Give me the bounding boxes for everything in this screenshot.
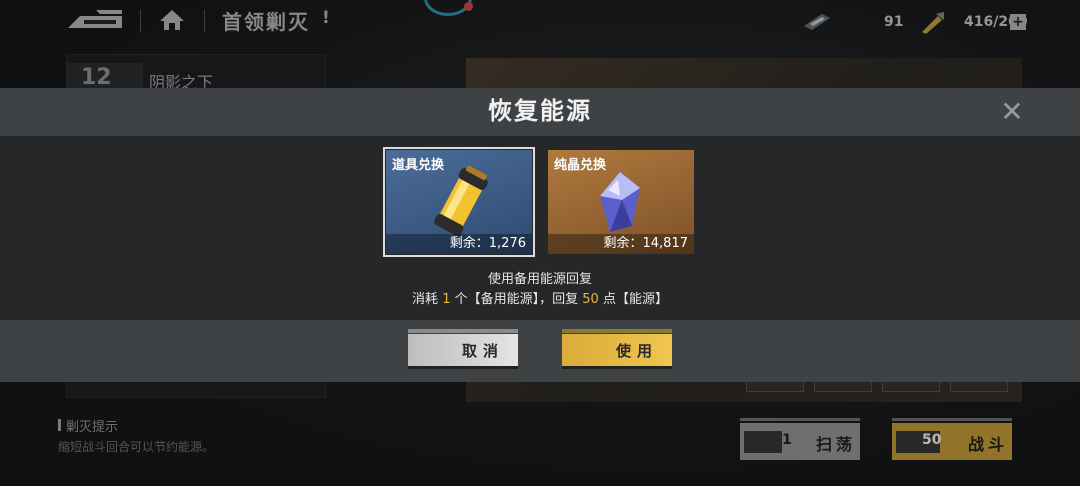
close-icon[interactable]: ✕ [996,96,1028,128]
cancel-label: 取消 [461,342,504,360]
energy-battery-icon [426,165,496,242]
detail-prefix: 消耗 [412,292,439,307]
exchange-description: 使用备用能源回复 [487,272,592,287]
button-decoration [562,329,672,333]
modal-header: 恢复能源 ✕ [0,88,1080,136]
detail-item: 个【备用能源】，回复 [454,292,579,307]
option-title: 道具兑换 [392,158,445,173]
button-decoration [408,329,518,333]
option-title: 纯晶兑换 [554,158,607,173]
confirm-label: 使用 [615,342,658,360]
option-remaining: 剩余：14,817 [548,234,694,254]
cost-amount: 1 [442,292,451,307]
option-item-exchange[interactable]: 道具兑换 剩余：1,276 [383,147,535,257]
recover-amount: 50 [582,292,599,307]
modal-title: 恢复能源 [488,97,592,125]
modal-footer [0,320,1080,382]
crystal-icon [596,170,646,238]
option-crystal-exchange[interactable]: 纯晶兑换 剩余：14,817 [548,150,694,254]
exchange-detail: 消耗 1 个【备用能源】，回复 50 点【能源】 [0,288,1080,307]
detail-suffix: 点【能源】 [602,292,668,307]
cancel-button[interactable]: 取消 [408,329,518,369]
option-remaining: 剩余：1,276 [386,234,532,254]
confirm-button[interactable]: 使用 [562,329,672,369]
